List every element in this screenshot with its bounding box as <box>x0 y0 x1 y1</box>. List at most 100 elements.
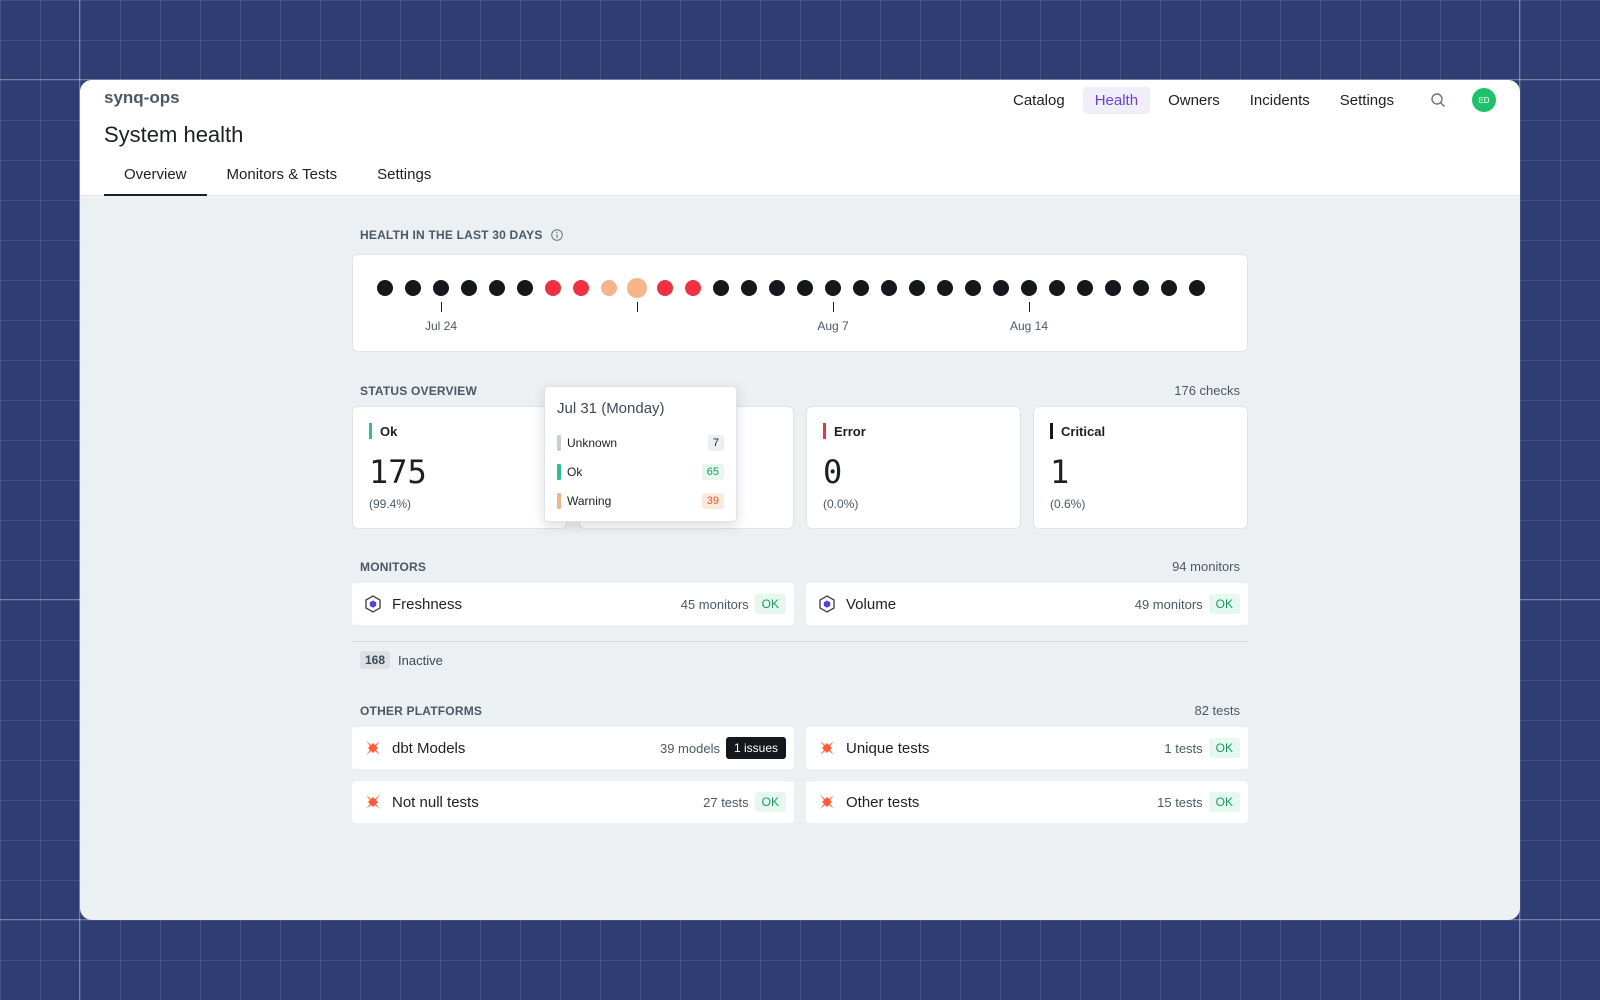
health-day-dot[interactable] <box>601 280 617 296</box>
platform-count: 15 tests <box>1157 794 1203 810</box>
health-day-dot[interactable] <box>1105 280 1121 296</box>
platform-row[interactable]: Not null tests 27 tests OK <box>352 781 794 823</box>
health-day-dot[interactable] <box>1161 280 1177 296</box>
date-tick <box>441 302 442 312</box>
day-tooltip: Jul 31 (Monday) Unknown 7 Ok 65 Warning 39 <box>544 386 737 522</box>
dbt-icon <box>816 737 838 759</box>
monitors-section-meta: 94 monitors <box>1172 559 1240 574</box>
health-day-dot[interactable] <box>685 280 701 296</box>
health-day-dot[interactable] <box>1133 280 1149 296</box>
date-tick <box>1029 302 1030 312</box>
health-day-dot[interactable] <box>769 280 785 296</box>
status-card-error[interactable]: Error 0 (0.0%) <box>806 406 1021 529</box>
tooltip-row: Ok 65 <box>557 463 724 481</box>
health-day-dot[interactable] <box>545 280 561 296</box>
avatar[interactable]: ED <box>1472 88 1496 112</box>
platforms-section-title: OTHER PLATFORMS <box>360 703 483 718</box>
tooltip-status-bar <box>557 464 561 480</box>
status-card-percent: (0.0%) <box>823 497 859 511</box>
platform-list-row-2: Not null tests 27 tests OK Other tests 15 te… <box>352 781 1248 823</box>
inactive-monitors[interactable]: 168 Inactive <box>352 651 1248 669</box>
org-name[interactable]: synq-ops <box>104 88 180 108</box>
platform-name: Other tests <box>846 793 920 811</box>
tab-overview[interactable]: Overview <box>104 156 207 196</box>
platform-name: Not null tests <box>392 793 479 811</box>
monitor-row[interactable]: Freshness 45 monitors OK <box>352 583 794 625</box>
platform-name: Unique tests <box>846 739 930 757</box>
nav-catalog[interactable]: Catalog <box>1001 87 1077 114</box>
monitor-row[interactable]: Volume 49 monitors OK <box>806 583 1248 625</box>
dbt-icon <box>816 791 838 813</box>
health-day-dot[interactable] <box>825 280 841 296</box>
tooltip-row-label: Unknown <box>567 436 618 450</box>
top-nav: Catalog Health Owners Incidents Settings… <box>1001 86 1496 114</box>
status-card-label: Error <box>834 423 866 439</box>
nav-settings[interactable]: Settings <box>1328 87 1406 114</box>
health-day-dot[interactable] <box>1189 280 1205 296</box>
info-icon[interactable] <box>550 229 563 241</box>
health-day-dot[interactable] <box>627 278 647 298</box>
health-day-dot[interactable] <box>657 280 673 296</box>
monitor-name: Volume <box>846 595 897 613</box>
health-day-dot[interactable] <box>489 280 505 296</box>
status-card-percent: (0.6%) <box>1050 497 1086 511</box>
health-day-dot[interactable] <box>937 280 953 296</box>
health-day-dot[interactable] <box>405 280 421 296</box>
status-card-value: 0 <box>823 453 843 491</box>
status-card-critical[interactable]: Critical 1 (0.6%) <box>1033 406 1248 529</box>
search-icon[interactable] <box>1424 86 1452 114</box>
health-day-dot[interactable] <box>909 280 925 296</box>
status-card-header: Error <box>823 423 866 439</box>
platform-count: 27 tests <box>703 794 749 810</box>
status-badge: OK <box>1208 738 1240 758</box>
date-tick <box>833 302 834 312</box>
header: synq-ops System health Catalog Health Ow… <box>80 80 1520 196</box>
platform-row[interactable]: Other tests 15 tests OK <box>806 781 1248 823</box>
nav-incidents[interactable]: Incidents <box>1238 87 1322 114</box>
health-timeline-card: Jul 24 Aug 7 Aug 14 <box>352 254 1248 352</box>
health-day-dot[interactable] <box>741 280 757 296</box>
nav-health[interactable]: Health <box>1082 86 1151 114</box>
health-day-dot[interactable] <box>881 280 897 296</box>
platforms-section-meta: 82 tests <box>1194 703 1240 718</box>
health-day-dot[interactable] <box>461 280 477 296</box>
nav-owners[interactable]: Owners <box>1156 87 1232 114</box>
status-card-label: Critical <box>1061 423 1106 439</box>
tooltip-row-count: 39 <box>701 493 724 509</box>
status-color-bar <box>1050 423 1053 439</box>
issues-badge[interactable]: 1 issues <box>725 737 786 759</box>
status-badge: OK <box>754 594 786 614</box>
tab-settings[interactable]: Settings <box>357 156 451 196</box>
date-tick <box>637 302 638 312</box>
health-day-dot[interactable] <box>965 280 981 296</box>
health-day-dot[interactable] <box>797 280 813 296</box>
dbt-icon <box>362 791 384 813</box>
tooltip-row: Unknown 7 <box>557 434 724 452</box>
status-card-label: Ok <box>380 423 398 439</box>
status-color-bar <box>823 423 826 439</box>
tooltip-row-label: Ok <box>567 465 583 479</box>
health-day-dot[interactable] <box>573 280 589 296</box>
health-day-dot[interactable] <box>853 280 869 296</box>
status-badge: OK <box>754 792 786 812</box>
platform-row[interactable]: dbt Models 39 models 1 issues <box>352 727 794 769</box>
tab-monitors-tests[interactable]: Monitors & Tests <box>207 156 358 196</box>
health-day-dot[interactable] <box>993 280 1009 296</box>
status-badge: OK <box>1208 594 1240 614</box>
tooltip-title: Jul 31 (Monday) <box>557 400 665 417</box>
status-card-ok[interactable]: Ok 175 (99.4%) <box>352 406 567 529</box>
health-day-dot[interactable] <box>713 280 729 296</box>
platform-name: dbt Models <box>392 739 466 757</box>
health-day-dot[interactable] <box>1049 280 1065 296</box>
tooltip-row-label: Warning <box>567 494 612 508</box>
health-day-dot[interactable] <box>517 280 533 296</box>
health-day-dot[interactable] <box>1077 280 1093 296</box>
date-tick-label: Aug 14 <box>1009 319 1049 333</box>
platform-row[interactable]: Unique tests 1 tests OK <box>806 727 1248 769</box>
health-day-dot[interactable] <box>1021 280 1037 296</box>
health-day-dot[interactable] <box>377 280 393 296</box>
status-card-value: 1 <box>1050 453 1070 491</box>
health-day-dot[interactable] <box>433 280 449 296</box>
inactive-label: Inactive <box>398 652 443 668</box>
status-card-header: Ok <box>369 423 397 439</box>
